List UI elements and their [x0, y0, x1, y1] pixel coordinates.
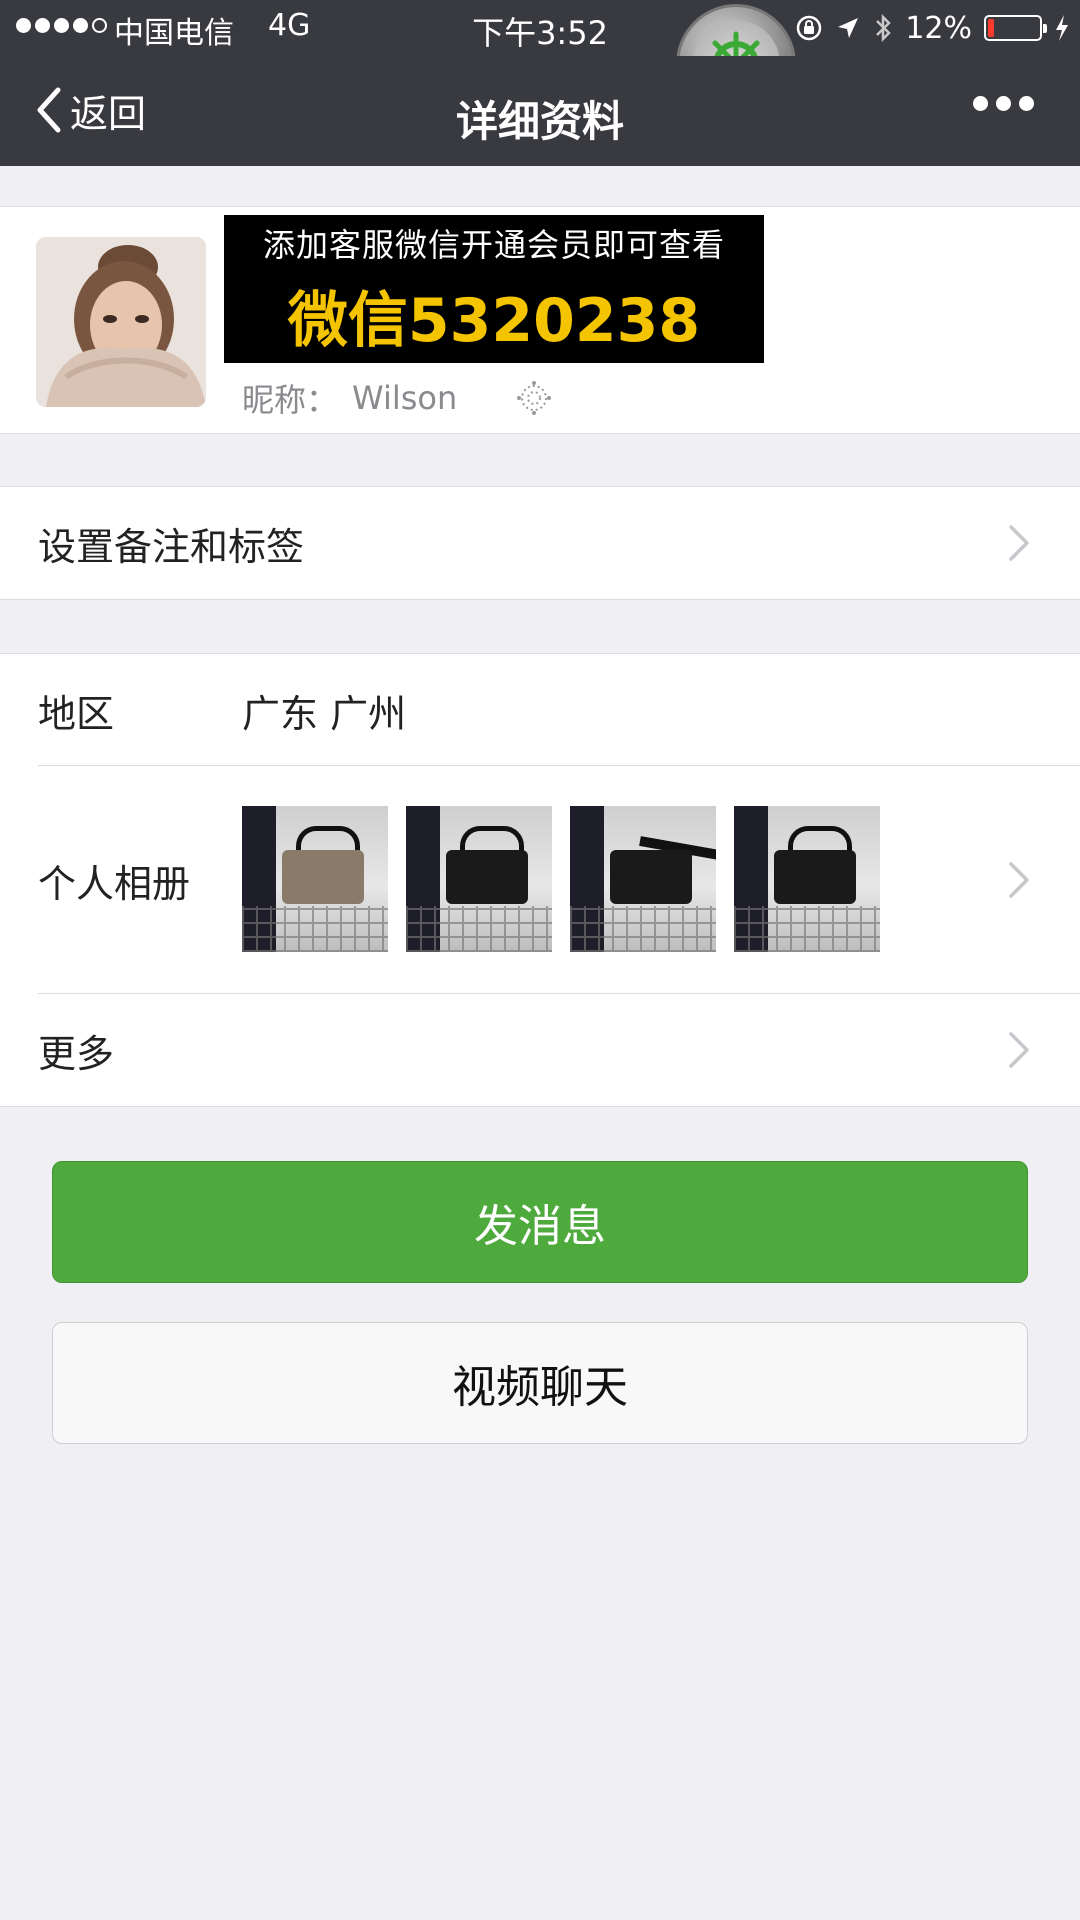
- bag-image: [282, 850, 364, 904]
- nickname-label: 昵称：: [242, 381, 339, 419]
- more-label: 更多: [38, 1031, 115, 1076]
- personal-album-label: 个人相册: [38, 861, 191, 906]
- region-value: 广东 广州: [242, 691, 407, 736]
- bag-image: [610, 850, 692, 904]
- battery-percent: 12%: [905, 10, 972, 46]
- battery-icon: [984, 15, 1047, 41]
- album-thumbnails: [242, 806, 880, 952]
- thumbnail-grid: [570, 906, 716, 952]
- video-chat-button[interactable]: 视频聊天: [52, 1322, 1028, 1444]
- battery-tip: [1043, 24, 1047, 33]
- chevron-right-icon: [1009, 525, 1029, 561]
- album-thumbnail[interactable]: [570, 806, 716, 952]
- profile-card: 添加客服微信开通会员即可查看 微信5320238 昵称： Wilson: [0, 206, 1080, 434]
- album-thumbnail[interactable]: [242, 806, 388, 952]
- ad-banner-line2: 微信5320238: [287, 285, 701, 356]
- battery-fill: [988, 19, 994, 37]
- send-message-button[interactable]: 发消息: [52, 1161, 1028, 1283]
- personal-album-cell[interactable]: 个人相册: [0, 766, 1080, 994]
- more-dot: [973, 96, 988, 111]
- bag-image: [446, 850, 528, 904]
- more-dot: [1019, 96, 1034, 111]
- chevron-right-icon: [1009, 1032, 1029, 1068]
- more-dots-icon[interactable]: [973, 96, 1034, 111]
- ad-banner-line1: 添加客服微信开通会员即可查看: [262, 225, 725, 264]
- rotation-lock-icon: [797, 15, 822, 41]
- thumbnail-grid: [242, 906, 388, 952]
- thumbnail-grid: [406, 906, 552, 952]
- set-remark-and-tags-cell[interactable]: 设置备注和标签: [0, 487, 1080, 599]
- region-label: 地区: [38, 691, 115, 736]
- set-remark-and-tags-label: 设置备注和标签: [38, 524, 305, 569]
- nickname-value: Wilson: [352, 379, 458, 417]
- ad-banner[interactable]: 添加客服微信开通会员即可查看 微信5320238: [224, 215, 764, 363]
- page-title: 详细资料: [455, 97, 624, 146]
- status-bar: 中国电信 4G 下午3:52 12%: [0, 0, 1080, 56]
- region-cell: 地区 广东 广州: [0, 654, 1080, 766]
- location-arrow-icon: [838, 18, 859, 38]
- album-thumbnail[interactable]: [406, 806, 552, 952]
- bluetooth-icon: [876, 13, 892, 43]
- more-cell[interactable]: 更多: [0, 994, 1080, 1106]
- chevron-right-icon: [1009, 862, 1029, 898]
- charging-bolt-icon: [1056, 15, 1068, 41]
- avatar-portrait-image: [36, 237, 206, 407]
- more-dot: [996, 96, 1011, 111]
- nickname-row: 昵称： Wilson: [242, 375, 561, 421]
- avatar[interactable]: [36, 237, 206, 407]
- status-right-group: 12%: [795, 8, 1070, 48]
- thumbnail-grid: [734, 906, 880, 952]
- navigation-bar: 返回 详细资料: [0, 56, 1080, 166]
- remark-group: 设置备注和标签: [0, 486, 1080, 600]
- bag-image: [774, 850, 856, 904]
- gender-icon: [517, 381, 552, 415]
- album-thumbnail[interactable]: [734, 806, 880, 952]
- info-group: 地区 广东 广州 个人相册 更多: [0, 653, 1080, 1107]
